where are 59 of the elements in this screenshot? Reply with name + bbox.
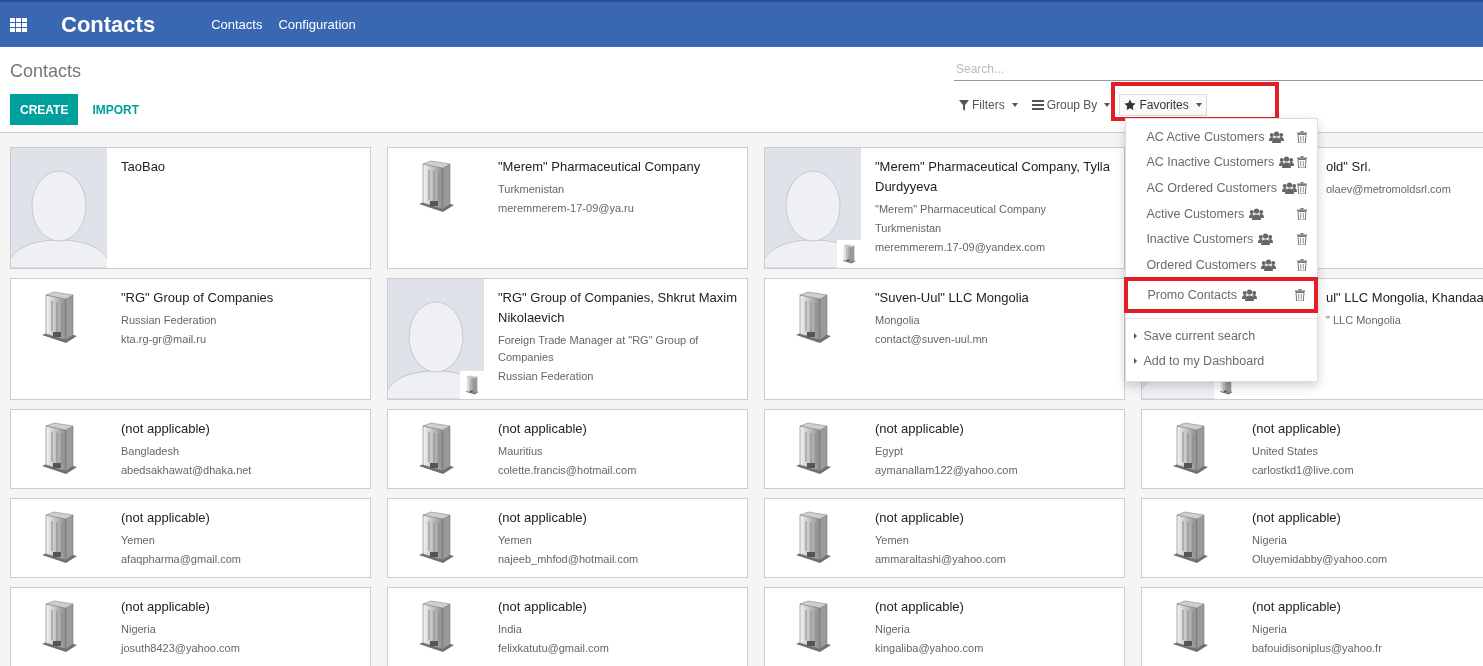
contact-name: "Merem" Pharmaceutical Company [498,158,701,176]
contact-detail: afaqpharma@gmail.com [121,552,241,567]
contact-name: "RG" Group of Companies [121,289,274,307]
contact-detail: Yemen [498,533,533,548]
contact-detail: India [498,622,523,637]
contact-name: ul" LLC Mongolia, Khandaa [1326,289,1483,307]
contact-name: (not applicable) [875,420,965,438]
contact-detail: Yemen [875,533,910,548]
contact-name: (not applicable) [498,420,588,438]
contact-detail: kingaliba@yahoo.com [875,641,984,656]
contact-name: "RG" Group of Companies, Shkrut Maxim Nikolaevich [498,289,737,327]
contact-detail: felixkatutu@gmail.com [498,641,609,656]
contact-detail: Russian Federation [498,369,595,384]
contact-detail: Nigeria [1252,533,1288,548]
contact-detail: Egypt [875,444,905,459]
contact-detail: " LLC Mongolia [1326,313,1402,328]
contact-detail: aymanallam122@yahoo.com [875,463,1018,478]
contact-detail: Russian Federation [121,313,218,328]
contact-detail: Foreign Trade Manager at "RG" Group of Companies [498,333,700,365]
contact-name: (not applicable) [121,598,211,616]
contact-detail: Turkmenistan [875,221,943,236]
contact-detail: olaev@metromoldsrl.com [1326,182,1451,197]
contact-detail: josuth8423@yahoo.com [121,641,240,656]
contact-name: (not applicable) [121,420,211,438]
contact-detail: Turkmenistan [498,182,566,197]
contact-detail: Mauritius [498,444,544,459]
contact-detail: Nigeria [1252,622,1288,637]
contact-detail: colette.francis@hotmail.com [498,463,637,478]
contact-name: (not applicable) [1252,598,1342,616]
contact-detail: Oluyemidabby@yahoo.com [1252,552,1388,567]
contact-detail: contact@suven-uul.mn [875,332,989,347]
contact-detail: meremmerem.17-09@yandex.com [875,240,1047,255]
contact-detail: meremmerem-17-09@ya.ru [498,201,635,216]
contact-detail: abedsakhawat@dhaka.net [121,463,252,478]
contact-detail: kta.rg-gr@mail.ru [121,332,208,347]
contact-name: old" Srl. [1326,158,1373,176]
contact-name: (not applicable) [498,509,588,527]
contact-name: (not applicable) [875,598,965,616]
contact-detail: carlostkd1@live.com [1252,463,1354,478]
contact-detail: najeeb_mhfod@hotmail.com [498,552,639,567]
contact-detail: "Merem" Pharmaceutical Company [875,202,1048,217]
contact-detail: Nigeria [875,622,911,637]
contact-detail: bafouidisoniplus@yahoo.fr [1252,641,1382,656]
contact-detail: United States [1252,444,1320,459]
breadcrumb: Contacts [10,61,83,82]
contact-name: (not applicable) [498,598,588,616]
contact-name: "Suven-Uul" LLC Mongolia [875,289,1029,307]
contact-detail: ammaraltashi@yahoo.com [875,552,1006,567]
app-title: Contacts [61,11,156,38]
contact-detail: Bangladesh [121,444,181,459]
contact-name: (not applicable) [875,509,965,527]
contact-detail: Nigeria [121,622,157,637]
contact-name: (not applicable) [121,509,211,527]
contact-detail: Mongolia [875,313,921,328]
contact-name: (not applicable) [1252,420,1342,438]
contact-name: (not applicable) [1252,509,1342,527]
contact-name: "Merem" Pharmaceutical Company, Tylla Durdyyeva [875,158,1111,196]
contact-name: TaoBao [121,158,166,176]
contact-detail: Yemen [121,533,156,548]
